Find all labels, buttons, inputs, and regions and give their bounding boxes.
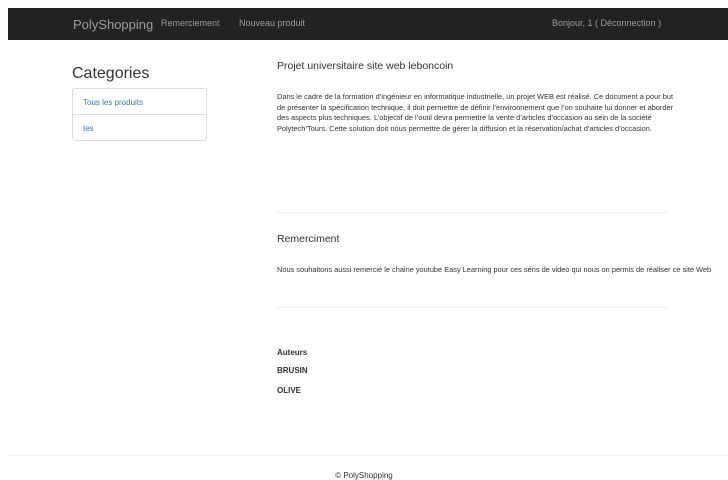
author-name: BRUSIN (277, 366, 308, 375)
brand-link[interactable]: PolyShopping (73, 17, 153, 32)
nav-remerciement-link[interactable]: Remerciement (161, 18, 220, 28)
category-item-all[interactable]: Tous les produits (72, 88, 207, 115)
nav-nouveau-produit-link[interactable]: Nouveau produit (239, 18, 305, 28)
categories-list: Tous les produits tes (72, 88, 207, 141)
project-description: Dans le cadre de la formation d’ingénieu… (277, 92, 674, 133)
thanks-text: Nous souhaitons aussi remercié le chaine… (277, 265, 712, 274)
section-divider (277, 212, 668, 213)
user-logout-link[interactable]: Bonjour, 1 ( Déconnection ) (552, 18, 661, 28)
category-item-tes[interactable]: tes (72, 114, 207, 141)
authors-heading: Auteurs (277, 348, 308, 357)
project-title: Projet universitaire site web leboncoin (277, 60, 454, 72)
footer-copyright: © PolyShopping (335, 471, 393, 480)
footer-divider (8, 455, 728, 456)
section-divider (277, 307, 668, 308)
thanks-title: Remerciment (277, 233, 340, 245)
top-navbar: PolyShopping Remerciement Nouveau produi… (8, 8, 728, 40)
author-name: OLIVE (277, 386, 302, 395)
categories-title: Categories (72, 65, 150, 82)
